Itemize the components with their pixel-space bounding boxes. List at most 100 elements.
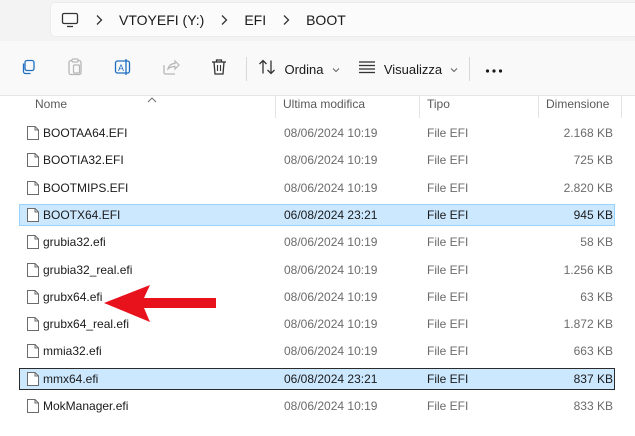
file-type: File EFI — [427, 262, 469, 277]
file-icon — [26, 234, 40, 250]
file-type: File EFI — [427, 371, 469, 386]
file-icon — [26, 316, 40, 332]
file-row[interactable]: mmx64.efi 06/08/2024 23:21 File EFI 837 KB — [19, 367, 615, 390]
file-size: 833 KB — [573, 399, 613, 413]
breadcrumb-boot[interactable]: BOOT — [300, 12, 352, 28]
file-icon — [26, 343, 40, 359]
chevron-down-icon — [332, 60, 340, 78]
chevron-down-icon — [450, 60, 458, 78]
file-name: mmia32.efi — [43, 344, 102, 359]
file-modified: 08/06/2024 10:19 — [284, 153, 378, 168]
file-name: grubx64.efi — [43, 289, 103, 304]
view-label: Visualizza — [383, 61, 443, 77]
file-type: File EFI — [427, 126, 469, 140]
file-icon — [26, 207, 40, 223]
column-divider[interactable] — [538, 96, 539, 118]
file-name: BOOTIA32.EFI — [43, 153, 124, 168]
file-icon — [26, 289, 40, 305]
rename-button[interactable]: A — [107, 53, 139, 85]
copy-button[interactable] — [12, 53, 44, 85]
file-size: 837 KB — [573, 371, 613, 386]
file-type: File EFI — [427, 399, 469, 413]
delete-button[interactable] — [203, 53, 235, 85]
sort-button[interactable]: Ordina — [254, 53, 344, 85]
column-name[interactable]: Nome — [35, 96, 67, 120]
chevron-right-icon[interactable] — [210, 14, 238, 26]
file-icon — [26, 371, 40, 387]
file-row[interactable]: BOOTIA32.EFI 08/06/2024 10:19 File EFI 725 … — [19, 149, 615, 171]
breadcrumb-drive[interactable]: VTOYEFI (Y:) — [113, 12, 210, 28]
this-pc-icon[interactable] — [55, 12, 85, 28]
toolbar-divider — [246, 57, 247, 81]
file-type: File EFI — [427, 153, 469, 168]
file-type: File EFI — [427, 344, 469, 359]
file-icon — [26, 398, 40, 414]
file-modified: 08/06/2024 10:19 — [284, 180, 378, 195]
file-modified: 08/06/2024 10:19 — [284, 126, 378, 140]
file-row[interactable]: BOOTAA64.EFI 08/06/2024 10:19 File EFI 2.16… — [19, 122, 615, 144]
file-modified: 08/06/2024 10:19 — [284, 344, 378, 359]
view-button[interactable]: Visualizza — [358, 53, 458, 85]
column-divider[interactable] — [621, 96, 622, 118]
command-bar: A Ordina Visualizza — [0, 41, 635, 96]
file-icon — [26, 152, 40, 168]
file-name: MokManager.efi — [43, 399, 129, 413]
file-modified: 08/06/2024 10:19 — [284, 317, 378, 332]
column-modified[interactable]: Ultima modifica — [283, 96, 365, 120]
file-name: BOOTAA64.EFI — [43, 126, 128, 140]
column-divider[interactable] — [419, 96, 420, 118]
column-divider[interactable] — [275, 96, 276, 118]
file-size: 2.168 KB — [563, 126, 613, 140]
file-icon — [26, 262, 40, 278]
paste-button[interactable] — [59, 53, 91, 85]
file-modified: 08/06/2024 10:19 — [284, 289, 378, 304]
file-row[interactable]: BOOTX64.EFI 06/08/2024 23:21 File EFI 945 K… — [19, 203, 615, 226]
file-size: 58 KB — [580, 235, 613, 250]
chevron-right-icon[interactable] — [272, 14, 300, 26]
file-row[interactable]: MokManager.efi 08/06/2024 10:19 File EFI 83… — [19, 395, 615, 417]
sort-icon — [258, 59, 276, 80]
address-bar: VTOYEFI (Y:) EFI BOOT — [0, 0, 635, 41]
breadcrumb-efi[interactable]: EFI — [238, 12, 272, 28]
chevron-right-icon[interactable] — [85, 14, 113, 26]
file-modified: 08/06/2024 10:19 — [284, 262, 378, 277]
share-icon — [162, 59, 180, 80]
share-button[interactable] — [155, 53, 187, 85]
svg-text:A: A — [118, 63, 124, 73]
trash-icon — [211, 58, 227, 81]
file-size: 1.872 KB — [563, 317, 613, 332]
copy-icon — [20, 59, 36, 80]
file-row[interactable]: BOOTMIPS.EFI 08/06/2024 10:19 File EFI 2.82… — [19, 177, 615, 199]
column-header: Nome Ultima modifica Tipo Dimensione — [0, 96, 635, 120]
file-type: File EFI — [427, 317, 469, 332]
sort-ascending-icon — [147, 92, 157, 106]
file-size: 725 KB — [573, 153, 613, 168]
file-row[interactable]: grubia32_real.efi 08/06/2024 10:19 File EF… — [19, 259, 615, 281]
view-icon — [358, 60, 376, 79]
file-size: 663 KB — [573, 344, 613, 359]
file-icon — [26, 180, 40, 196]
file-icon — [26, 125, 40, 141]
rename-icon: A — [114, 58, 132, 81]
file-type: File EFI — [427, 180, 469, 195]
more-icon — [485, 60, 503, 78]
file-type: File EFI — [427, 289, 469, 304]
file-row[interactable]: mmia32.efi 08/06/2024 10:19 File EFI 663 KB — [19, 340, 615, 362]
more-options-button[interactable] — [478, 53, 510, 85]
file-size: 63 KB — [580, 289, 613, 304]
toolbar-divider — [469, 57, 470, 81]
file-type: File EFI — [427, 207, 469, 222]
column-type[interactable]: Tipo — [427, 96, 450, 120]
file-row[interactable]: grubia32.efi 08/06/2024 10:19 File EFI 58 K… — [19, 231, 615, 253]
file-size: 1.256 KB — [563, 262, 613, 277]
file-modified: 08/06/2024 10:19 — [284, 235, 378, 250]
sort-label: Ordina — [284, 61, 324, 77]
file-modified: 08/06/2024 10:19 — [284, 399, 378, 413]
file-size: 2.820 KB — [563, 180, 613, 195]
red-arrow-annotation — [104, 285, 216, 322]
file-name: grubia32_real.efi — [43, 262, 133, 277]
breadcrumb[interactable]: VTOYEFI (Y:) EFI BOOT — [50, 2, 635, 37]
column-size[interactable]: Dimensione — [546, 96, 609, 120]
paste-icon — [67, 57, 83, 81]
file-modified: 06/08/2024 23:21 — [284, 371, 378, 386]
